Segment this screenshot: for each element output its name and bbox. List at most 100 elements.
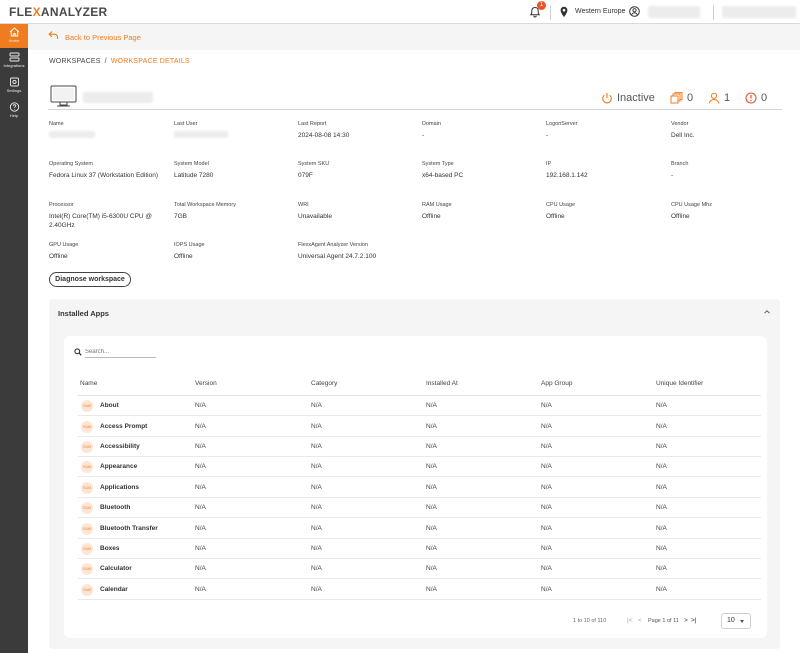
search-input[interactable]: [85, 346, 156, 358]
next-page-button[interactable]: >: [684, 617, 688, 624]
app-name: Applications: [100, 484, 140, 491]
chevron-up-icon[interactable]: [763, 309, 771, 315]
sidebar-item-help[interactable]: Help: [0, 99, 28, 123]
app-uid: N/A: [656, 443, 667, 450]
breadcrumb-separator: /: [104, 58, 107, 65]
table-row[interactable]: SUM About N/A N/A N/A N/A N/A: [78, 396, 761, 416]
app-installed-at: N/A: [426, 525, 437, 532]
column-header-name[interactable]: Name: [80, 380, 97, 387]
table-row[interactable]: SUM Calculator N/A N/A N/A N/A N/A: [78, 559, 761, 579]
table-row[interactable]: SUM Bluetooth Transfer N/A N/A N/A N/A N…: [78, 519, 761, 539]
detail-value: x64-based PC: [422, 172, 464, 179]
table-row[interactable]: SUM Bluetooth N/A N/A N/A N/A N/A: [78, 498, 761, 518]
app-logo[interactable]: FLEXANALYZER: [9, 5, 108, 19]
page-size-value: 10: [727, 617, 735, 624]
detail-last-report: Last Report 2024-08-08 14:30: [298, 121, 408, 140]
sessions-icon: [670, 92, 683, 104]
app-uid: N/A: [656, 504, 667, 511]
detail-value: Offline: [49, 253, 68, 260]
column-header-app-group[interactable]: App Group: [541, 380, 572, 387]
page-size-select[interactable]: 10: [721, 613, 751, 629]
app-version: N/A: [195, 463, 206, 470]
region-selector[interactable]: Western Europe: [575, 8, 625, 15]
detail-label: IOPS Usage: [174, 242, 205, 248]
column-header-unique-identifier[interactable]: Unique Identifier: [656, 380, 703, 387]
integrations-icon: [9, 52, 19, 62]
table-row[interactable]: SUM Accessibility N/A N/A N/A N/A N/A: [78, 437, 761, 457]
app-name: Appearance: [100, 463, 138, 470]
app-installed-at: N/A: [426, 504, 437, 511]
app-installed-at: N/A: [426, 565, 437, 572]
user-circle-icon[interactable]: [629, 6, 640, 17]
help-icon: [9, 102, 19, 112]
logo-prefix: FLE: [9, 5, 33, 19]
detail-label: Total Workspace Memory: [174, 202, 236, 208]
breadcrumb: WORKSPACES / WORKSPACE DETAILS: [49, 58, 190, 65]
app-category: N/A: [311, 565, 322, 572]
detail-iops-usage: IOPS Usage Offline: [174, 242, 284, 261]
app-installed-at: N/A: [426, 423, 437, 430]
alerts-value: 0: [761, 92, 768, 104]
alert-icon: [745, 92, 757, 104]
app-icon: SUM: [81, 461, 93, 473]
app-category: N/A: [311, 586, 322, 593]
tenant-name-redacted[interactable]: [722, 6, 796, 18]
pagination-page-text: Page 1 of 11: [648, 618, 679, 624]
app-uid: N/A: [656, 545, 667, 552]
detail-value: -: [422, 132, 425, 139]
detail-system-model: System Model Latitude 7280: [174, 161, 284, 180]
detail-domain: Domain -: [422, 121, 532, 140]
app-category: N/A: [311, 504, 322, 511]
detail-label: Domain: [422, 121, 441, 127]
back-link[interactable]: Back to Previous Page: [65, 33, 141, 42]
detail-label: CPU Usage Mhz: [671, 202, 712, 208]
app-category: N/A: [311, 484, 322, 491]
location-pin-icon: [560, 6, 568, 17]
app-group: N/A: [541, 565, 552, 572]
app-name: Boxes: [100, 545, 120, 552]
table-row[interactable]: SUM Access Prompt N/A N/A N/A N/A N/A: [78, 417, 761, 437]
detail-value: Offline: [546, 213, 565, 220]
app-version: N/A: [195, 443, 206, 450]
monitor-icon: [50, 85, 77, 107]
detail-label: Operating System: [49, 161, 94, 167]
sidebar-item-home[interactable]: Home: [0, 24, 28, 48]
detail-total-memory: Total Workspace Memory 7GB: [174, 202, 284, 221]
back-arrow-icon[interactable]: [48, 30, 59, 40]
detail-label: Last Report: [298, 121, 327, 127]
detail-value: Dell Inc.: [671, 132, 695, 139]
pagination-range: 1 to 10 of 110: [573, 618, 607, 624]
table-row[interactable]: SUM Calendar N/A N/A N/A N/A N/A: [78, 580, 761, 600]
detail-ip: IP 192.168.1.142: [546, 161, 656, 180]
app-version: N/A: [195, 402, 206, 409]
app-group: N/A: [541, 484, 552, 491]
detail-name: Name: [49, 121, 159, 138]
column-header-category[interactable]: Category: [311, 380, 337, 387]
table-row[interactable]: SUM Boxes N/A N/A N/A N/A N/A: [78, 539, 761, 559]
search-icon: [74, 348, 82, 356]
sidebar-item-integrations[interactable]: Integrations: [0, 49, 28, 73]
last-page-button[interactable]: >|: [691, 617, 696, 624]
app-installed-at: N/A: [426, 463, 437, 470]
app-icon: SUM: [81, 441, 93, 453]
detail-ram-usage: RAM Usage Offline: [422, 202, 532, 221]
diagnose-workspace-button[interactable]: Diagnose workspace: [49, 272, 131, 287]
table-row[interactable]: SUM Appearance N/A N/A N/A N/A N/A: [78, 457, 761, 477]
app-name: Bluetooth Transfer: [100, 525, 158, 532]
column-header-version[interactable]: Version: [195, 380, 217, 387]
table-row[interactable]: SUM Applications N/A N/A N/A N/A N/A: [78, 478, 761, 498]
app-version: N/A: [195, 484, 206, 491]
app-uid: N/A: [656, 525, 667, 532]
first-page-button[interactable]: |<: [627, 617, 632, 624]
app-uid: N/A: [656, 423, 667, 430]
sidebar-item-settings[interactable]: Settings: [0, 74, 28, 98]
detail-value: -: [671, 172, 674, 179]
detail-operating-system: Operating System Fedora Linux 37 (Workst…: [49, 161, 169, 180]
breadcrumb-workspaces[interactable]: WORKSPACES: [49, 58, 101, 65]
app-icon: SUM: [81, 400, 93, 412]
detail-value: Offline: [422, 213, 441, 220]
column-header-installed-at[interactable]: Installed At: [426, 380, 458, 387]
app-version: N/A: [195, 565, 206, 572]
app-installed-at: N/A: [426, 484, 437, 491]
previous-page-button[interactable]: <: [638, 617, 642, 624]
